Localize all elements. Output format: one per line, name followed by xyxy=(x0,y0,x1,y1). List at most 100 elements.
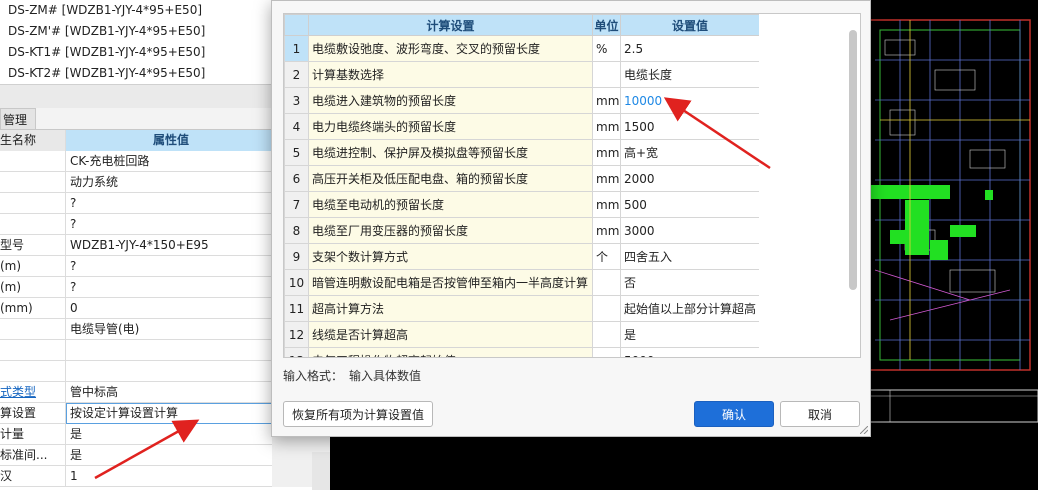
property-value[interactable]: ? xyxy=(66,277,272,298)
setting-item: 电缆至电动机的预留长度 xyxy=(308,191,593,218)
setting-unit xyxy=(592,321,621,348)
unit-column-header: 单位 xyxy=(592,14,621,36)
setting-unit: mm xyxy=(592,87,621,114)
ok-button[interactable]: 确认 xyxy=(694,401,774,427)
row-index: 12 xyxy=(284,321,309,348)
setting-value[interactable]: 3000 xyxy=(620,217,760,244)
setting-unit: % xyxy=(592,35,621,62)
property-name xyxy=(0,214,66,235)
table-row[interactable]: 1 电缆敷设弛度、波形弯度、交叉的预留长度 % 2.5 xyxy=(284,35,760,62)
settings-table-header: 计算设置 单位 设置值 xyxy=(284,14,760,36)
restore-defaults-button[interactable]: 恢复所有项为计算设置值 xyxy=(283,401,433,427)
property-value[interactable]: ? xyxy=(66,256,272,277)
property-value[interactable]: 是 xyxy=(66,445,272,466)
property-value[interactable] xyxy=(66,361,272,382)
property-name: 标准间... xyxy=(0,445,66,466)
property-value[interactable]: 0 xyxy=(66,298,272,319)
setting-item: 电缆至厂用变压器的预留长度 xyxy=(308,217,593,244)
left-scrollbar[interactable] xyxy=(312,452,330,490)
setting-unit xyxy=(592,347,621,357)
setting-item: 电缆进入建筑物的预留长度 xyxy=(308,87,593,114)
property-value[interactable]: WDZB1-YJY-4*150+E95 xyxy=(66,235,272,256)
property-value[interactable]: CK-充电桩回路 xyxy=(66,151,272,172)
setting-value[interactable]: 起始值以上部分计算超高 xyxy=(620,295,760,322)
setting-unit: mm xyxy=(592,217,621,244)
setting-value[interactable]: 四舍五入 xyxy=(620,243,760,270)
property-name[interactable]: 式类型 xyxy=(0,382,66,403)
row-index: 8 xyxy=(284,217,309,244)
row-index: 7 xyxy=(284,191,309,218)
row-index: 4 xyxy=(284,113,309,140)
table-row[interactable]: 9 支架个数计算方式 个 四舍五入 xyxy=(284,243,760,270)
value-column-header: 设置值 xyxy=(620,14,760,36)
property-value[interactable]: 管中标高 xyxy=(66,382,272,403)
setting-value-building-entry[interactable]: 10000 xyxy=(620,87,760,114)
setting-item: 计算基数选择 xyxy=(308,61,593,88)
table-row[interactable]: 3 电缆进入建筑物的预留长度 mm 10000 xyxy=(284,87,760,114)
setting-item: 超高计算方法 xyxy=(308,295,593,322)
row-index: 5 xyxy=(284,139,309,166)
vertical-scrollbar[interactable] xyxy=(849,30,857,290)
property-name: (mm) xyxy=(0,298,66,319)
property-value[interactable] xyxy=(66,340,272,361)
setting-value[interactable]: 是 xyxy=(620,321,760,348)
row-index: 3 xyxy=(284,87,309,114)
row-index: 1 xyxy=(284,35,309,62)
property-row[interactable]: 汉1 xyxy=(0,466,330,487)
setting-unit: 个 xyxy=(592,243,621,270)
property-name: (m) xyxy=(0,277,66,298)
setting-unit xyxy=(592,61,621,88)
setting-unit: mm xyxy=(592,165,621,192)
setting-value[interactable]: 高+宽 xyxy=(620,139,760,166)
setting-value[interactable]: 1500 xyxy=(620,113,760,140)
property-value[interactable]: ? xyxy=(66,193,272,214)
tab-management[interactable]: 管理 xyxy=(0,108,36,130)
table-row[interactable]: 6 高压开关柜及低压配电盘、箱的预留长度 mm 2000 xyxy=(284,165,760,192)
property-row[interactable]: 标准间... 是 xyxy=(0,445,330,466)
setting-item: 线缆是否计算超高 xyxy=(308,321,593,348)
setting-item: 电力电缆终端头的预留长度 xyxy=(308,113,593,140)
index-column-header xyxy=(284,14,309,36)
property-name: 型号 xyxy=(0,235,66,256)
property-value[interactable]: ? xyxy=(66,214,272,235)
table-row[interactable]: 10 暗管连明敷设配电箱是否按管伸至箱内一半高度计算 否 xyxy=(284,269,760,296)
setting-value[interactable]: 500 xyxy=(620,191,760,218)
property-name xyxy=(0,340,66,361)
table-row[interactable]: 13 电气工程操作物超高起始值 5000 xyxy=(284,347,760,357)
item-column-header: 计算设置 xyxy=(308,14,593,36)
setting-value[interactable]: 5000 xyxy=(620,347,760,357)
setting-value[interactable]: 2.5 xyxy=(620,35,760,62)
table-row[interactable]: 2 计算基数选择 电缆长度 xyxy=(284,61,760,88)
property-value-header: 属性值 xyxy=(66,130,272,151)
property-value[interactable]: 动力系统 xyxy=(66,172,272,193)
setting-unit xyxy=(592,269,621,296)
setting-value[interactable]: 否 xyxy=(620,269,760,296)
table-row[interactable]: 11 超高计算方法 起始值以上部分计算超高 xyxy=(284,295,760,322)
input-format-value: 输入具体数值 xyxy=(349,369,422,383)
property-value[interactable]: 1 xyxy=(66,466,272,487)
row-index: 2 xyxy=(284,61,309,88)
setting-unit xyxy=(592,295,621,322)
setting-item: 电缆进控制、保护屏及模拟盘等预留长度 xyxy=(308,139,593,166)
table-row[interactable]: 5 电缆进控制、保护屏及模拟盘等预留长度 mm 高+宽 xyxy=(284,139,760,166)
table-row[interactable]: 7 电缆至电动机的预留长度 mm 500 xyxy=(284,191,760,218)
property-value[interactable]: 是 xyxy=(66,424,272,445)
row-index: 6 xyxy=(284,165,309,192)
property-name xyxy=(0,151,66,172)
table-row[interactable]: 8 电缆至厂用变压器的预留长度 mm 3000 xyxy=(284,217,760,244)
property-name: 算设置 xyxy=(0,403,66,424)
cancel-button[interactable]: 取消 xyxy=(780,401,860,427)
row-index: 10 xyxy=(284,269,309,296)
settings-table: 计算设置 单位 设置值 1 电缆敷设弛度、波形弯度、交叉的预留长度 % 2.5 … xyxy=(284,14,760,357)
calc-setting-value[interactable]: 按设定计算设置计算 xyxy=(66,403,272,424)
setting-item: 高压开关柜及低压配电盘、箱的预留长度 xyxy=(308,165,593,192)
property-name-header: 生名称 xyxy=(0,130,66,151)
property-value[interactable]: 电缆导管(电) xyxy=(66,319,272,340)
table-row[interactable]: 4 电力电缆终端头的预留长度 mm 1500 xyxy=(284,113,760,140)
resize-grip-icon[interactable] xyxy=(860,426,868,434)
setting-value[interactable]: 2000 xyxy=(620,165,760,192)
setting-value[interactable]: 电缆长度 xyxy=(620,61,760,88)
table-empty-area xyxy=(759,14,849,357)
table-row[interactable]: 12 线缆是否计算超高 是 xyxy=(284,321,760,348)
property-name: 汉 xyxy=(0,466,66,487)
